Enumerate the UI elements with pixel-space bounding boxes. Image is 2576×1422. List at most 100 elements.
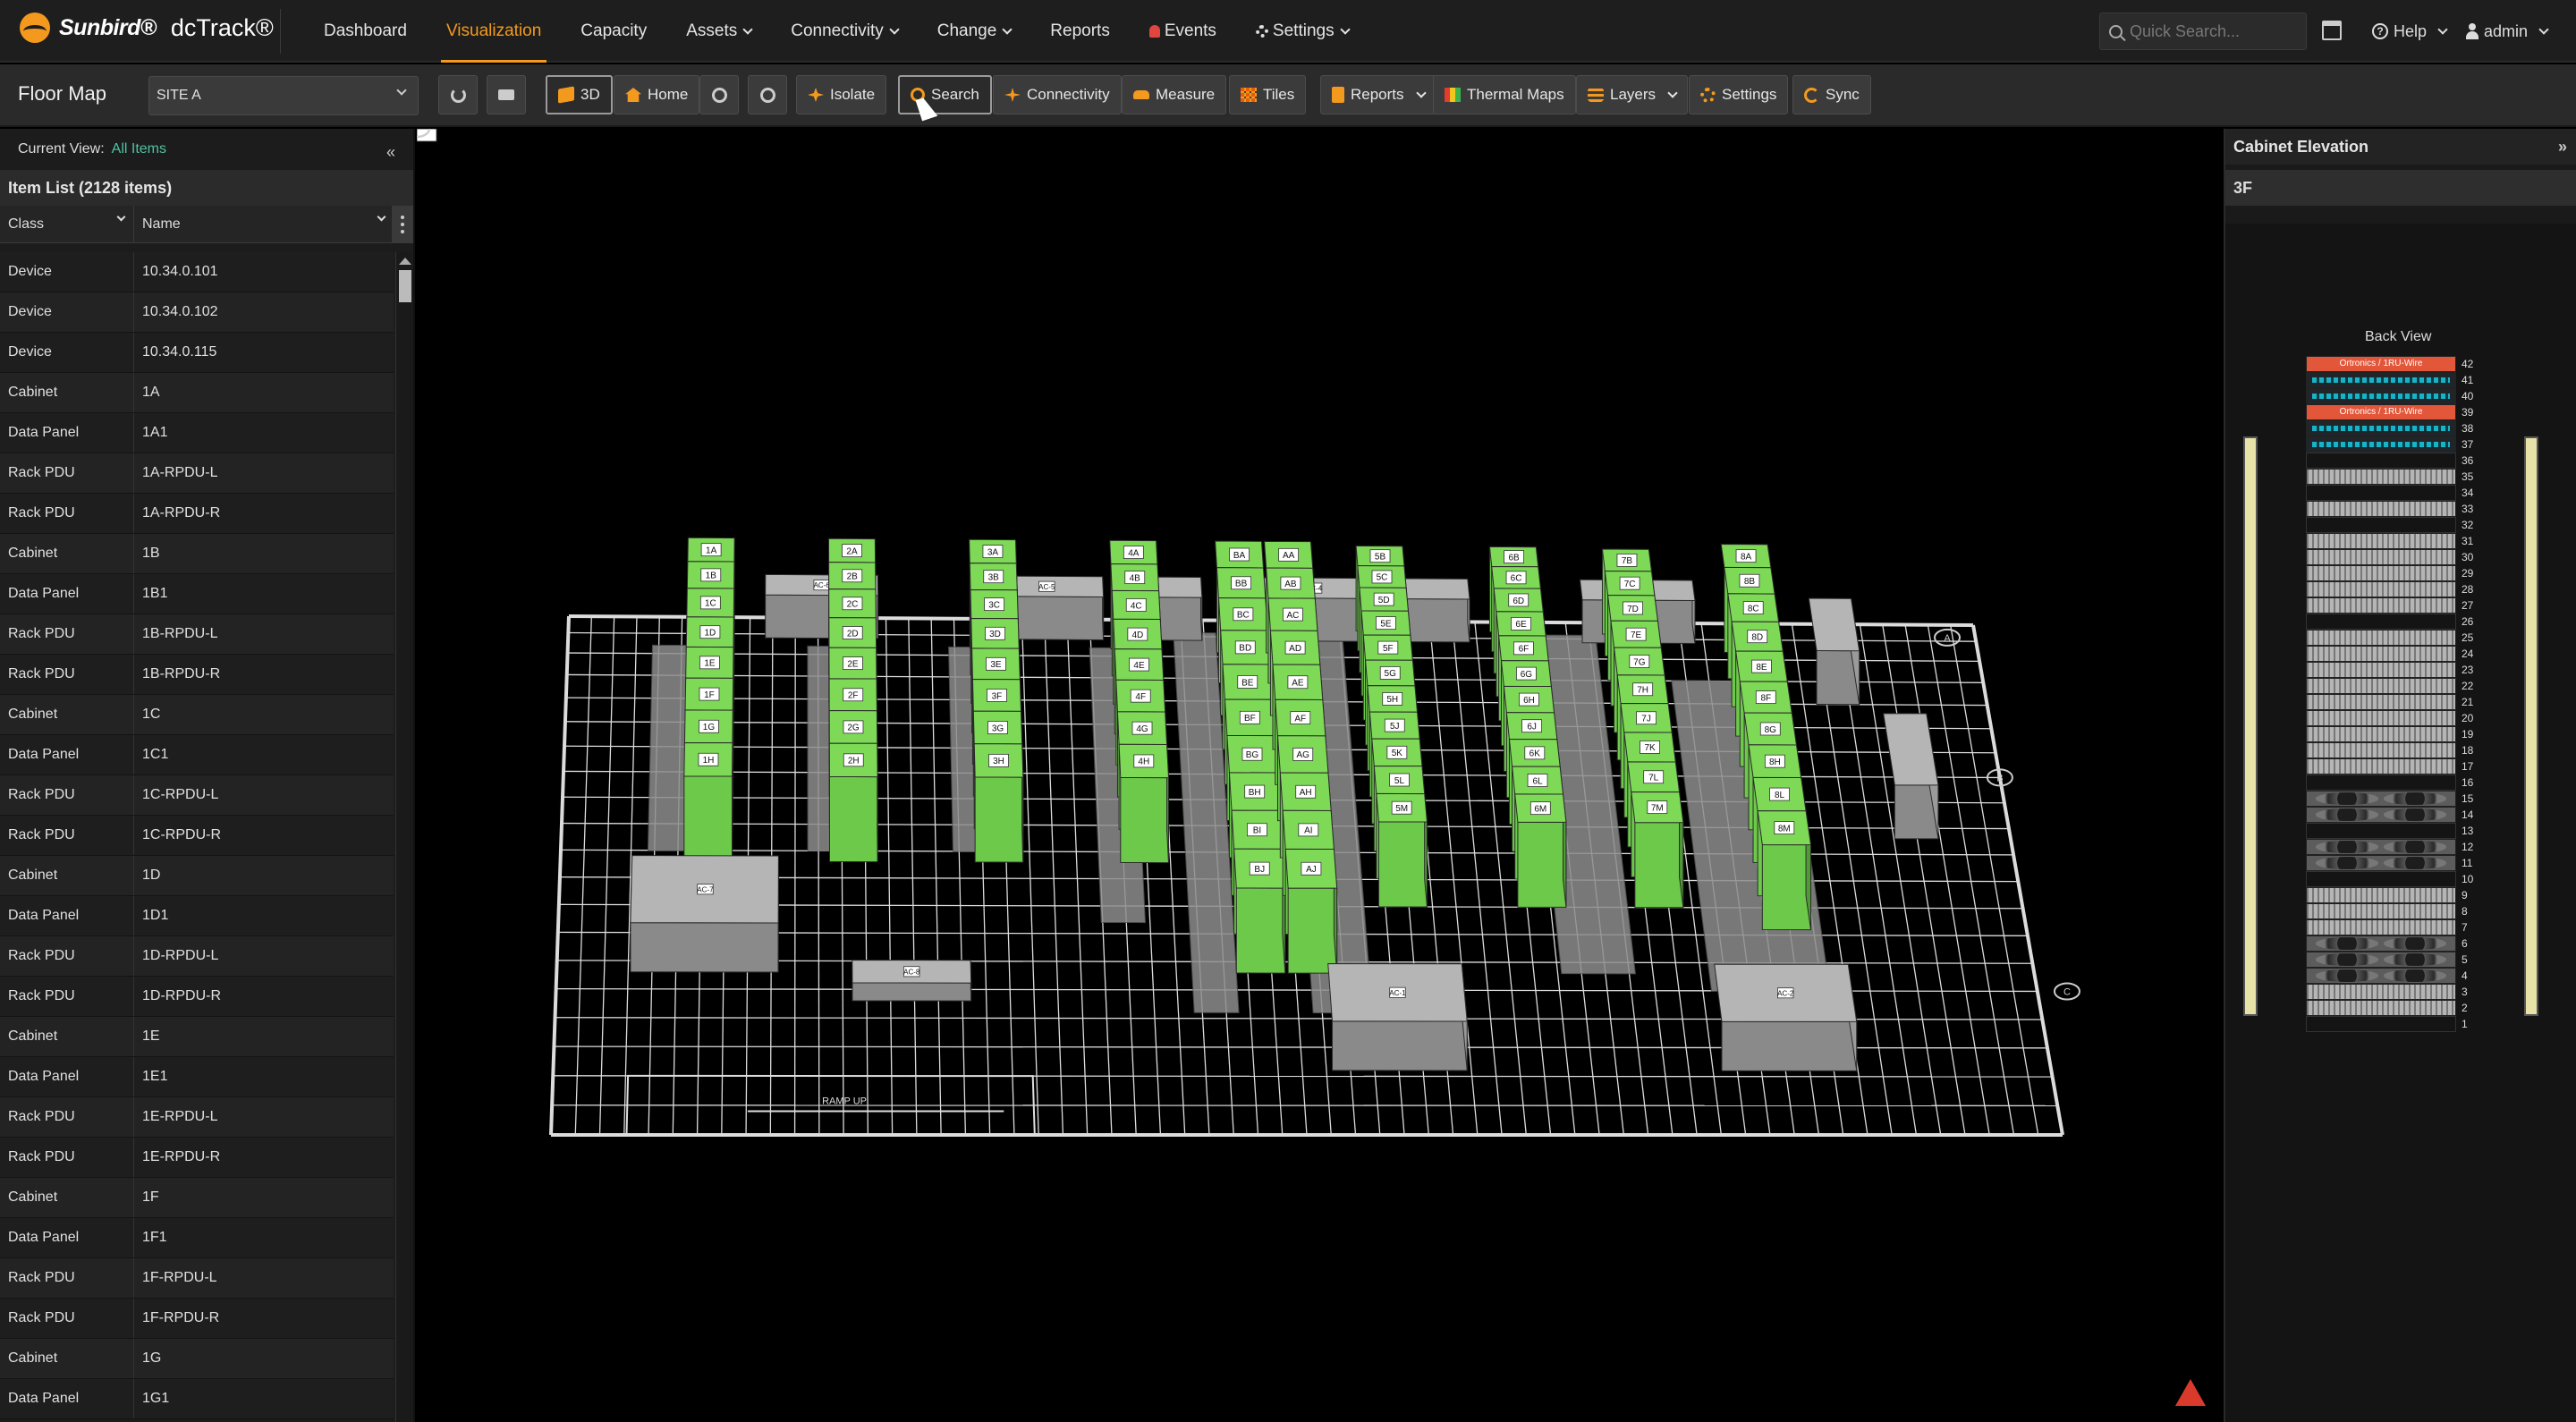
rack-unit[interactable] bbox=[2306, 919, 2456, 935]
measure-button[interactable]: Measure bbox=[1122, 75, 1227, 114]
ac-unit-1-front[interactable] bbox=[1331, 1020, 1468, 1071]
rack-unit[interactable] bbox=[2306, 614, 2456, 630]
rack-unit[interactable] bbox=[2306, 469, 2456, 485]
table-row[interactable]: Data Panel 1D1 bbox=[0, 896, 394, 936]
rack-unit[interactable] bbox=[2306, 887, 2456, 903]
rack-unit[interactable] bbox=[2306, 372, 2456, 388]
settings-button[interactable]: Settings bbox=[1689, 75, 1789, 114]
rack-unit[interactable] bbox=[2306, 726, 2456, 742]
rack-unit[interactable] bbox=[2306, 839, 2456, 855]
nav-item-events[interactable]: Events bbox=[1130, 0, 1236, 63]
table-row[interactable]: Cabinet 1C bbox=[0, 695, 394, 735]
collapse-panel-icon[interactable]: « bbox=[386, 143, 395, 162]
rack-unit[interactable] bbox=[2306, 774, 2456, 791]
current-view-value[interactable]: All Items bbox=[112, 141, 166, 157]
reports-button[interactable]: Reports bbox=[1320, 75, 1436, 114]
rack-unit[interactable] bbox=[2306, 710, 2456, 726]
tiles-button[interactable]: Tiles bbox=[1229, 75, 1307, 114]
3d-view-button[interactable]: 3D bbox=[546, 75, 613, 114]
rack-unit[interactable] bbox=[2306, 968, 2456, 984]
rack-unit[interactable] bbox=[2306, 646, 2456, 662]
rack-unit[interactable] bbox=[2306, 758, 2456, 774]
rack-unit[interactable] bbox=[2306, 742, 2456, 758]
cabinet-5M-front[interactable] bbox=[1377, 821, 1428, 908]
rack-unit[interactable] bbox=[2306, 597, 2456, 614]
table-row[interactable]: Rack PDU 1F-RPDU-L bbox=[0, 1258, 394, 1299]
table-row[interactable]: Cabinet 1E bbox=[0, 1017, 394, 1057]
table-row[interactable]: Device 10.34.0.101 bbox=[0, 252, 394, 292]
rack-unit[interactable] bbox=[2306, 791, 2456, 807]
cabinet-6M-front[interactable] bbox=[1517, 821, 1567, 908]
rack-unit[interactable] bbox=[2306, 935, 2456, 952]
rack-unit-patch-panel[interactable]: Ortronics / 1RU-Wire bbox=[2306, 404, 2456, 420]
rack-unit[interactable] bbox=[2306, 855, 2456, 871]
isolate-button[interactable]: Isolate bbox=[796, 75, 887, 114]
search-button[interactable]: Search bbox=[898, 75, 992, 114]
table-row[interactable]: Data Panel 1C1 bbox=[0, 735, 394, 775]
scroll-thumb[interactable] bbox=[398, 270, 411, 302]
rack-unit[interactable] bbox=[2306, 871, 2456, 887]
rack-unit[interactable] bbox=[2306, 485, 2456, 501]
quick-search-box[interactable] bbox=[2099, 13, 2307, 50]
rack-unit[interactable] bbox=[2306, 807, 2456, 823]
rack-unit-patch-panel[interactable]: Ortronics / 1RU-Wire bbox=[2306, 356, 2456, 372]
home-button[interactable]: Home bbox=[614, 75, 700, 114]
cabinet-2H-front[interactable] bbox=[828, 775, 878, 863]
rack-unit[interactable] bbox=[2306, 678, 2456, 694]
item-list-scrollbar[interactable] bbox=[395, 252, 413, 1422]
cabinet-3H-front[interactable] bbox=[974, 776, 1024, 863]
rack-unit[interactable] bbox=[2306, 533, 2456, 549]
table-row[interactable]: Rack PDU 1A-RPDU-L bbox=[0, 453, 394, 494]
sync-button[interactable]: Sync bbox=[1792, 75, 1871, 114]
cabinet-8M-front[interactable] bbox=[1761, 843, 1812, 931]
table-row[interactable]: Cabinet 1B bbox=[0, 534, 394, 574]
floor-map-3d-view[interactable]: AC-6AC-5AC-4AC-31A1B1C1D1E1F1G1H2A2B2C2D… bbox=[417, 129, 2224, 1422]
table-row[interactable]: Data Panel 1E1 bbox=[0, 1057, 394, 1097]
rack-unit[interactable] bbox=[2306, 903, 2456, 919]
column-header-class[interactable]: Class bbox=[0, 206, 134, 242]
table-row[interactable]: Device 10.34.0.115 bbox=[0, 333, 394, 373]
connectivity-button[interactable]: Connectivity bbox=[993, 75, 1122, 114]
pdu-cabinet-2[interactable] bbox=[1883, 713, 1939, 786]
table-row[interactable]: Rack PDU 1F-RPDU-R bbox=[0, 1299, 394, 1339]
pdu-cabinet-1[interactable] bbox=[1808, 597, 1860, 652]
cabinet-7M-front[interactable] bbox=[1634, 822, 1684, 909]
rack-unit[interactable] bbox=[2306, 581, 2456, 597]
refresh-button[interactable] bbox=[438, 75, 478, 114]
help-menu[interactable]: ? Help bbox=[2372, 0, 2448, 63]
layers-button[interactable]: Layers bbox=[1576, 75, 1689, 114]
table-row[interactable]: Device 10.34.0.102 bbox=[0, 292, 394, 333]
column-header-name[interactable]: Name bbox=[134, 206, 394, 242]
print-button[interactable] bbox=[487, 75, 526, 114]
ac-unit-2-front[interactable] bbox=[1721, 1020, 1858, 1071]
table-row[interactable]: Cabinet 1G bbox=[0, 1339, 394, 1379]
table-row[interactable]: Rack PDU 1A-RPDU-R bbox=[0, 494, 394, 534]
calendar-icon[interactable] bbox=[2322, 21, 2342, 40]
cabinet-4H-front[interactable] bbox=[1120, 776, 1169, 864]
rack-unit[interactable] bbox=[2306, 1000, 2456, 1016]
rack-unit[interactable] bbox=[2306, 823, 2456, 839]
rack-unit[interactable] bbox=[2306, 565, 2456, 581]
rack-unit[interactable] bbox=[2306, 436, 2456, 453]
site-select[interactable]: SITE A bbox=[148, 76, 419, 115]
nav-item-change[interactable]: Change bbox=[918, 0, 1031, 63]
rack-unit[interactable] bbox=[2306, 517, 2456, 533]
nav-item-visualization[interactable]: Visualization bbox=[427, 0, 561, 63]
thermal-maps-button[interactable]: Thermal Maps bbox=[1433, 75, 1576, 114]
rack-unit[interactable] bbox=[2306, 501, 2456, 517]
table-row[interactable]: Rack PDU 1C-RPDU-R bbox=[0, 816, 394, 856]
user-menu[interactable]: admin bbox=[2466, 0, 2549, 63]
ac-unit-7-front[interactable] bbox=[630, 922, 779, 973]
expand-panel-icon[interactable]: » bbox=[2558, 138, 2567, 157]
table-row[interactable]: Cabinet 1D bbox=[0, 856, 394, 896]
rack-unit[interactable] bbox=[2306, 453, 2456, 469]
ac-unit-small-2[interactable] bbox=[1396, 578, 1470, 600]
scroll-up-icon[interactable] bbox=[398, 258, 411, 265]
zoom-in-button[interactable] bbox=[699, 75, 739, 114]
north-arrow-icon[interactable] bbox=[2175, 1379, 2206, 1406]
nav-item-connectivity[interactable]: Connectivity bbox=[771, 0, 918, 63]
table-row[interactable]: Rack PDU 1B-RPDU-R bbox=[0, 655, 394, 695]
cabinet-BJ-front[interactable] bbox=[1235, 887, 1286, 974]
nav-item-assets[interactable]: Assets bbox=[666, 0, 771, 63]
nav-item-reports[interactable]: Reports bbox=[1030, 0, 1130, 63]
